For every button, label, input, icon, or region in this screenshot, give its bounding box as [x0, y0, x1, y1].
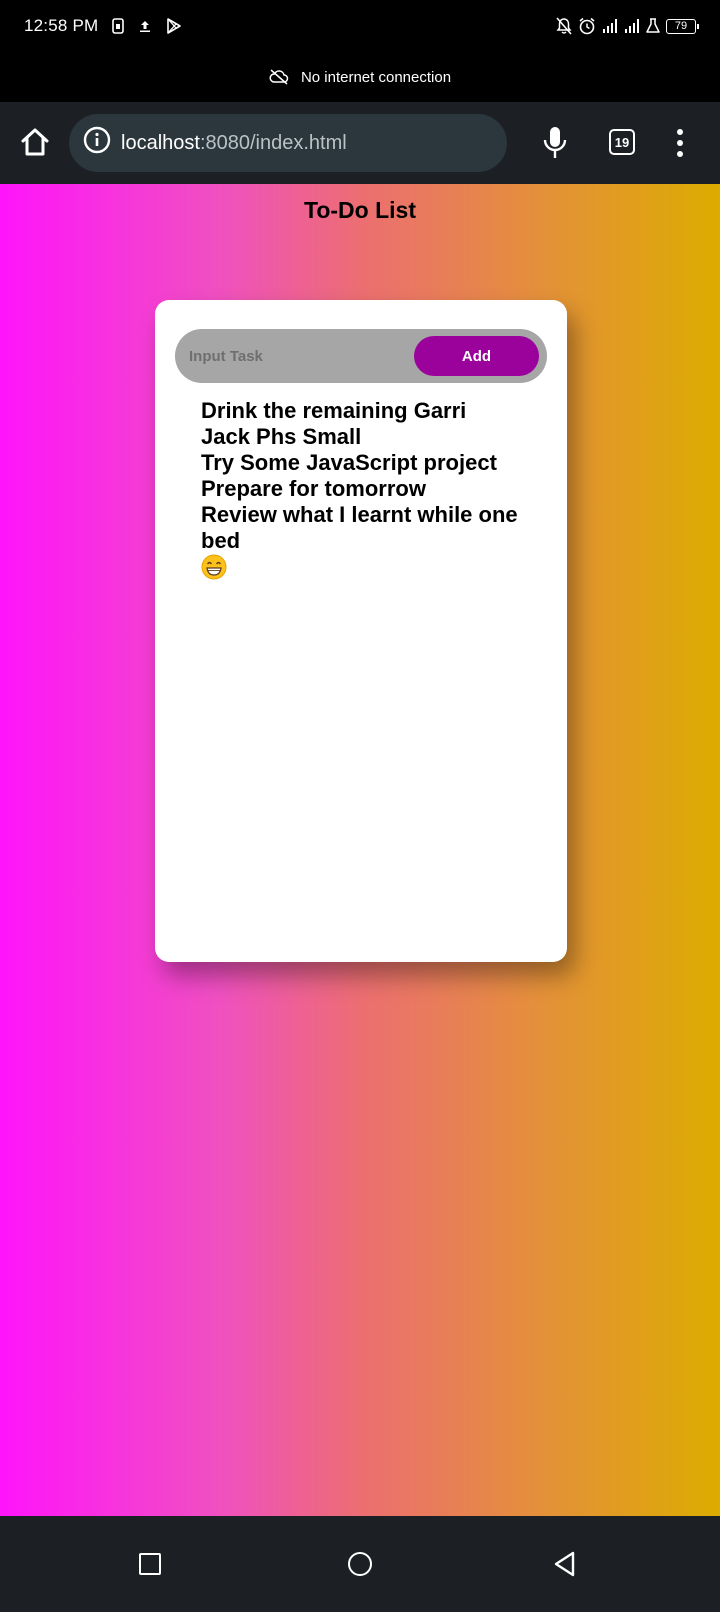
task-item-emoji — [201, 554, 561, 586]
url-text[interactable]: localhost:8080/index.html — [121, 132, 347, 155]
home-icon — [18, 128, 52, 163]
status-left: 12:58 PM — [24, 16, 182, 36]
task-input-row: Add — [175, 329, 547, 383]
task-list: Drink the remaining Garri Jack Phs Small… — [201, 398, 561, 586]
overflow-menu-button[interactable] — [670, 127, 690, 159]
microphone-icon — [540, 127, 570, 166]
task-item[interactable]: Drink the remaining Garri — [201, 398, 561, 424]
lab-flask-icon — [646, 18, 660, 34]
offline-text: No internet connection — [300, 68, 452, 86]
page-title: To-Do List — [304, 197, 416, 223]
back-triangle-icon — [553, 1551, 577, 1581]
home-nav-button[interactable] — [348, 1552, 372, 1576]
add-button[interactable]: Add — [414, 336, 539, 376]
cloud-off-icon — [269, 69, 289, 85]
browser-toolbar: localhost:8080/index.html 19 — [0, 102, 720, 184]
status-right: 79 — [556, 17, 699, 35]
url-path: :8080/index.html — [199, 131, 347, 154]
signal-2-icon — [624, 18, 640, 34]
info-icon[interactable] — [83, 126, 111, 160]
recent-apps-button[interactable] — [139, 1553, 161, 1575]
alarm-icon — [578, 17, 596, 35]
task-item[interactable]: Try Some JavaScript project — [201, 450, 561, 476]
notifications-off-icon — [556, 17, 572, 35]
voice-search-button[interactable] — [540, 124, 570, 162]
tab-switcher-button[interactable]: 19 — [609, 129, 635, 155]
task-input[interactable] — [189, 343, 409, 369]
task-item[interactable]: Review what I learnt while one bed — [201, 502, 561, 554]
play-store-icon — [166, 18, 182, 34]
home-button[interactable] — [18, 125, 52, 159]
offline-banner: No internet connection — [0, 52, 720, 102]
task-item[interactable]: Jack Phs Small — [201, 424, 561, 450]
url-host: localhost — [121, 131, 200, 154]
todo-card: Add Drink the remaining Garri Jack Phs S… — [155, 300, 567, 962]
back-button[interactable] — [553, 1551, 577, 1577]
upload-icon — [138, 19, 152, 33]
system-navigation-bar — [0, 1516, 720, 1612]
status-time: 12:58 PM — [24, 16, 99, 35]
task-item[interactable]: Prepare for tomorrow — [201, 476, 561, 502]
web-page: To-Do List Add Drink the remaining Garri… — [0, 184, 720, 1516]
signal-1-icon — [602, 18, 618, 34]
grinning-face-icon — [201, 554, 227, 586]
address-bar[interactable]: localhost:8080/index.html — [69, 114, 507, 172]
more-vertical-icon — [670, 129, 690, 163]
status-bar: 12:58 PM 79 — [0, 0, 720, 52]
sim-card-icon — [112, 18, 125, 34]
battery-icon: 79 — [666, 18, 699, 34]
